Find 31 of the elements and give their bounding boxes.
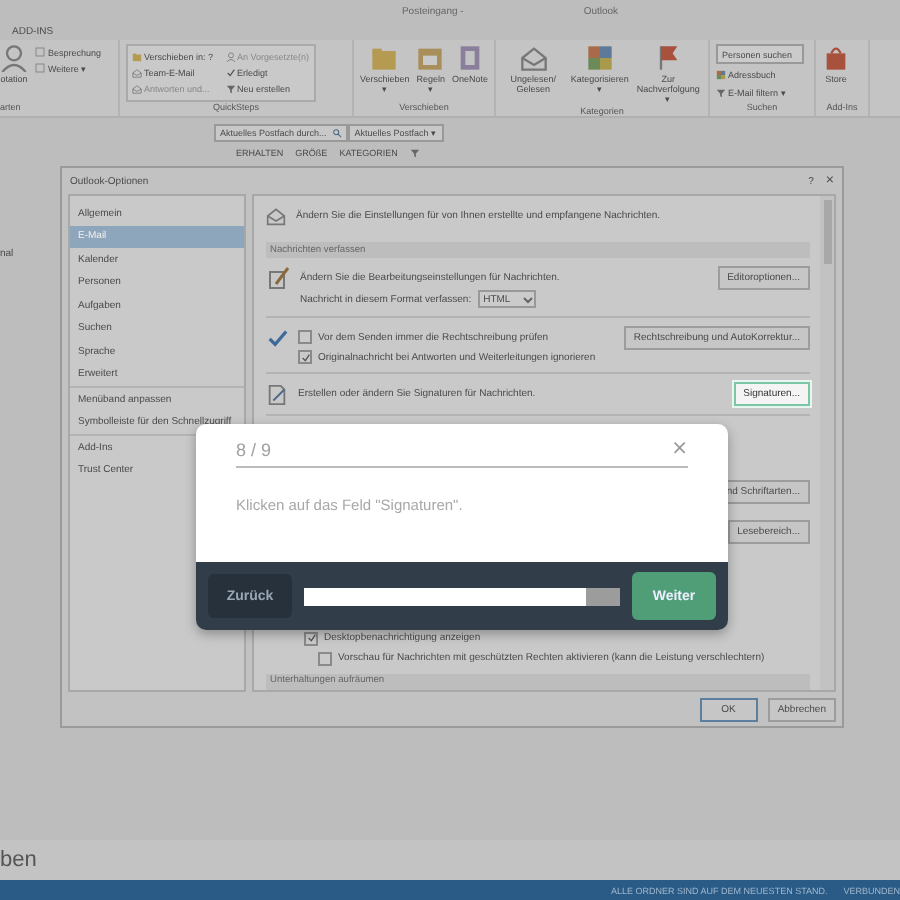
- folder-icon: [132, 51, 142, 61]
- filter-icon: [225, 84, 236, 95]
- step-counter: 8 / 9: [236, 440, 272, 460]
- close-button[interactable]: ×: [671, 440, 688, 460]
- signature-icon: [266, 383, 288, 406]
- square-icon: [34, 46, 46, 58]
- checkbox[interactable]: [298, 350, 312, 365]
- edit-icon: [266, 266, 290, 291]
- filter-icon: [716, 87, 726, 97]
- envelope-icon: [519, 44, 548, 72]
- checkbox[interactable]: [304, 631, 318, 646]
- flag-icon: [654, 44, 683, 72]
- envelope-icon: [132, 67, 142, 78]
- filter-icon: [409, 148, 420, 158]
- scrollbar[interactable]: [820, 196, 834, 690]
- envelope-icon: [132, 84, 142, 95]
- categories-icon: [585, 44, 614, 72]
- categories-icon: [716, 69, 726, 79]
- folder-icon: [370, 44, 399, 72]
- check-icon: [225, 67, 236, 78]
- checkbox[interactable]: [298, 330, 312, 345]
- search-icon: [332, 127, 343, 137]
- shopping-bag-icon: [822, 44, 850, 72]
- envelope-icon: [266, 205, 286, 226]
- navigation-label[interactable]: ben: [0, 848, 37, 872]
- people-icon: [0, 44, 28, 72]
- people-icon: [225, 51, 236, 61]
- square-icon: [34, 62, 46, 74]
- checkbox[interactable]: [318, 651, 332, 666]
- spelling-check-icon: [266, 326, 288, 349]
- caret-icon: [522, 293, 535, 306]
